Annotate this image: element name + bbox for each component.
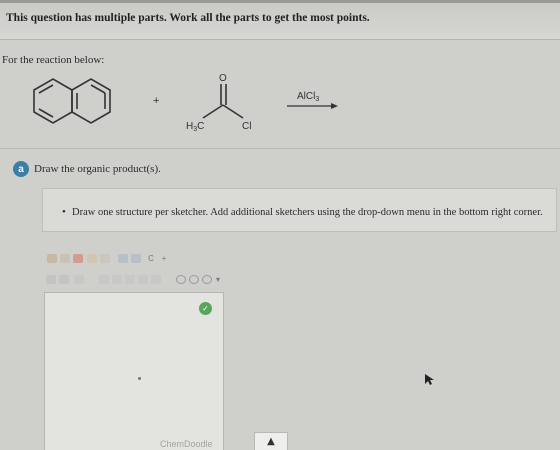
undo-icon[interactable] [100,254,110,263]
hash-bond-icon[interactable] [138,275,148,284]
plus-sign: + [153,95,159,107]
hint-bullet: • [62,206,66,218]
ring-cyclopropane-icon[interactable] [176,275,186,284]
atom-menu-icon[interactable] [59,275,69,284]
ring-menu-icon[interactable]: ▾ [213,275,223,284]
erase-icon[interactable] [60,254,70,263]
chloride-label: Cl [242,121,251,132]
add-sketcher-dropdown-button[interactable]: ▲ [254,432,288,450]
zoom-out-icon[interactable] [131,254,141,263]
methyl-label: H3C [186,121,204,133]
header-strip [0,0,560,3]
sketcher-toolbar: C + ▾ [42,248,220,290]
triangle-up-icon: ▲ [267,436,275,447]
reaction-scheme: + O H3C Cl AlCl3 [33,73,338,133]
part-number-badge: a [13,161,29,177]
double-bond-icon[interactable] [112,275,122,284]
canvas-cursor-dot [138,377,141,380]
acetyl-chloride-structure [202,84,244,119]
part-prompt: Draw the organic product(s). [34,163,161,175]
bond-menu-icon[interactable] [151,275,161,284]
charge-icon[interactable]: C [146,254,156,263]
clear-icon[interactable] [47,254,57,263]
oxygen-label: O [219,73,227,84]
wedge-bond-icon[interactable] [125,275,135,284]
naphthalene-structure [33,78,111,124]
sketcher-brand: ChemDoodle [160,439,213,449]
ring-charge-icon[interactable] [74,275,84,284]
reagent-label: AlCl3 [297,91,319,103]
sketcher-canvas[interactable] [44,292,224,450]
status-check-icon: ✓ [199,302,212,315]
hint-text: Draw one structure per sketcher. Add add… [72,207,543,218]
ring-cyclohexane-icon[interactable] [202,275,212,284]
question-heading: This question has multiple parts. Work a… [6,12,370,24]
zoom-in-icon[interactable] [118,254,128,263]
atom-c-icon[interactable] [46,275,56,284]
single-bond-icon[interactable] [99,275,109,284]
text-icon[interactable]: + [159,254,169,263]
reaction-arrow [287,103,338,109]
pen-icon[interactable] [73,254,83,263]
mouse-pointer-icon [425,374,434,385]
ring-benzene-icon[interactable] [189,275,199,284]
lasso-icon[interactable] [87,254,97,263]
section-divider [0,148,560,149]
